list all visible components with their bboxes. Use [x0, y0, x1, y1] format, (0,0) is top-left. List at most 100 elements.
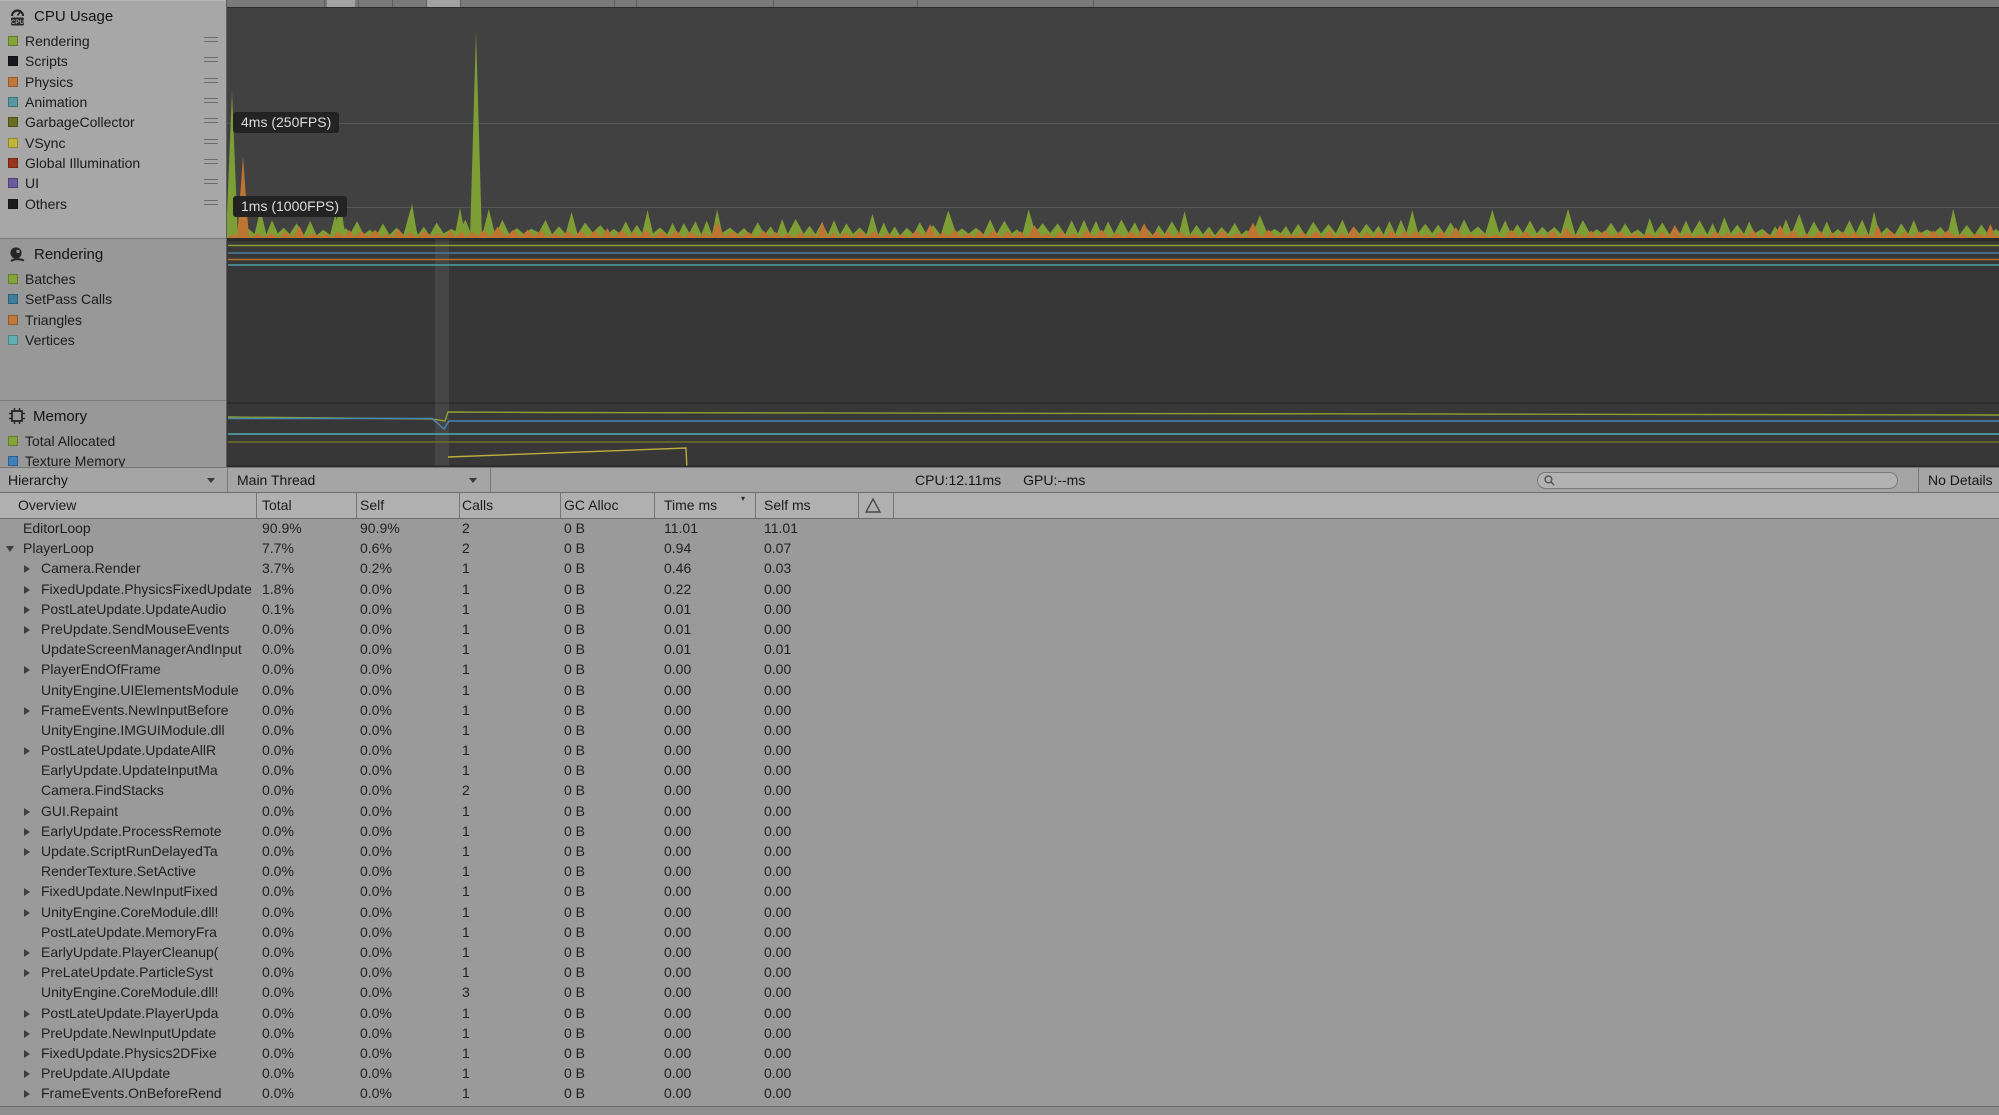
column-separator[interactable] — [459, 493, 460, 518]
table-row[interactable]: PreLateUpdate.ParticleSyst 0.0% 0.0% 1 0 B 0.… — [0, 963, 1999, 983]
table-row[interactable]: PlayerLoop 7.7% 0.6% 2 0 B 0.94 0.07 — [0, 539, 1999, 559]
expand-arrow-icon[interactable] — [24, 625, 30, 634]
search-field[interactable] — [1537, 472, 1898, 489]
memory-module-header[interactable]: Memory — [0, 401, 226, 431]
rendering-legend-item-batches[interactable]: Batches — [0, 269, 226, 289]
drag-handle-icon[interactable] — [204, 98, 218, 105]
cpu-legend-item-scripts[interactable]: Scripts — [0, 51, 226, 71]
expand-arrow-icon[interactable] — [24, 747, 30, 756]
expand-arrow-icon[interactable] — [24, 706, 30, 715]
column-header-overview[interactable]: Overview — [18, 493, 76, 518]
drag-handle-icon[interactable] — [204, 158, 218, 166]
table-row[interactable]: UnityEngine.CoreModule.dll! 0.0% 0.0% 3 0 B 0… — [0, 983, 1999, 1003]
table-row[interactable]: UpdateScreenManagerAndInput 0.0% 0.0% 1 0 B 0… — [0, 640, 1999, 660]
table-row[interactable]: FrameEvents.NewInputBefore 0.0% 0.0% 1 0 B 0.… — [0, 701, 1999, 721]
expand-arrow-icon[interactable] — [24, 807, 30, 816]
table-row[interactable]: EditorLoop 90.9% 90.9% 2 0 B 11.01 11.01 — [0, 519, 1999, 539]
expand-arrow-icon[interactable] — [24, 1029, 30, 1038]
column-separator[interactable] — [356, 493, 357, 518]
table-row[interactable]: PreUpdate.NewInputUpdate 0.0% 0.0% 1 0 B 0.00… — [0, 1024, 1999, 1044]
drag-handle-icon[interactable] — [204, 77, 218, 85]
column-header-self-ms[interactable]: Self ms — [764, 493, 811, 518]
memory-legend-item-texture-memory[interactable]: Texture Memory — [0, 451, 226, 467]
table-row[interactable]: FrameEvents.OnBeforeRend 0.0% 0.0% 1 0 B 0.00… — [0, 1084, 1999, 1104]
warning-column-icon[interactable] — [864, 497, 882, 514]
column-header-self[interactable]: Self — [360, 493, 384, 518]
expand-arrow-icon[interactable] — [24, 969, 30, 978]
table-row[interactable]: GUI.Repaint 0.0% 0.0% 1 0 B 0.00 0.00 — [0, 802, 1999, 822]
expand-arrow-icon[interactable] — [24, 888, 30, 897]
table-row[interactable]: PostLateUpdate.UpdateAudio 0.1% 0.0% 1 0 B 0.… — [0, 600, 1999, 620]
expand-arrow-icon[interactable] — [24, 666, 30, 675]
column-header-total[interactable]: Total — [262, 493, 292, 518]
cpu-legend-item-ui[interactable]: UI — [0, 173, 226, 193]
expand-arrow-icon[interactable] — [24, 827, 30, 836]
table-row[interactable]: Camera.Render 3.7% 0.2% 1 0 B 0.46 0.03 — [0, 559, 1999, 579]
search-input[interactable] — [1556, 474, 1897, 487]
expand-arrow-icon[interactable] — [24, 1009, 30, 1018]
expand-arrow-icon[interactable] — [24, 848, 30, 856]
expand-arrow-icon[interactable] — [24, 585, 30, 594]
table-row[interactable]: FixedUpdate.PhysicsFixedUpdate 1.8% 0.0% 1 0… — [0, 580, 1999, 600]
expand-arrow-icon[interactable] — [24, 1049, 30, 1058]
details-mode-dropdown[interactable]: No Details — [1920, 468, 1999, 492]
column-header-gc-alloc[interactable]: GC Alloc — [564, 493, 618, 518]
rendering-module-header[interactable]: Rendering — [0, 239, 226, 269]
cpu-usage-chart[interactable] — [227, 8, 1999, 239]
rendering-legend-item-setpass-calls[interactable]: SetPass Calls — [0, 289, 226, 309]
expand-arrow-icon[interactable] — [24, 565, 30, 574]
cpu-legend-item-others[interactable]: Others — [0, 193, 226, 213]
table-row[interactable]: PlayerEndOfFrame 0.0% 0.0% 1 0 B 0.00 0.00 — [0, 660, 1999, 680]
column-separator[interactable] — [755, 493, 756, 518]
drag-handle-icon[interactable] — [204, 37, 218, 44]
column-header-calls[interactable]: Calls — [462, 493, 493, 518]
thread-dropdown[interactable]: Main Thread — [229, 468, 498, 492]
table-row[interactable]: UnityEngine.UIElementsModule 0.0% 0.0% 1 0 B… — [0, 681, 1999, 701]
table-row[interactable]: FixedUpdate.Physics2DFixe 0.0% 0.0% 1 0 B 0.0… — [0, 1044, 1999, 1064]
cpu-legend-item-vsync[interactable]: VSync — [0, 132, 226, 152]
table-row[interactable]: PreUpdate.SendMouseEvents 0.0% 0.0% 1 0 B 0.0… — [0, 620, 1999, 640]
collapse-arrow-icon[interactable] — [6, 546, 14, 553]
table-row[interactable]: UnityEngine.IMGUIModule.dll 0.0% 0.0% 1 0 B 0… — [0, 721, 1999, 741]
table-row[interactable]: PreUpdate.AIUpdate 0.0% 0.0% 1 0 B 0.00 0.00 — [0, 1064, 1999, 1084]
expand-arrow-icon[interactable] — [24, 908, 30, 917]
column-separator[interactable] — [560, 493, 561, 518]
column-separator[interactable] — [654, 493, 655, 518]
column-separator[interactable] — [858, 493, 859, 518]
cpu-legend-item-garbagecollector[interactable]: GarbageCollector — [0, 112, 226, 132]
cpu-module-header[interactable]: CPU CPU Usage — [0, 1, 226, 31]
table-row[interactable]: RenderTexture.SetActive 0.0% 0.0% 1 0 B 0.00 0… — [0, 862, 1999, 882]
drag-handle-icon[interactable] — [204, 118, 218, 125]
expand-arrow-icon[interactable] — [24, 605, 30, 614]
table-row[interactable]: PostLateUpdate.PlayerUpda 0.0% 0.0% 1 0 B 0.0… — [0, 1004, 1999, 1024]
table-row[interactable]: FixedUpdate.NewInputFixed 0.0% 0.0% 1 0 B 0.0… — [0, 882, 1999, 902]
cpu-legend-item-rendering[interactable]: Rendering — [0, 31, 226, 51]
table-row[interactable]: EarlyUpdate.ProcessRemote 0.0% 0.0% 1 0 B 0.0… — [0, 822, 1999, 842]
expand-arrow-icon[interactable] — [24, 1070, 30, 1079]
frame-strip[interactable] — [227, 0, 1999, 8]
expand-arrow-icon[interactable] — [24, 948, 30, 957]
table-row[interactable]: Update.ScriptRunDelayedTa 0.0% 0.0% 1 0 B 0.0… — [0, 842, 1999, 862]
drag-handle-icon[interactable] — [204, 57, 218, 64]
cpu-legend-item-physics[interactable]: Physics — [0, 72, 226, 92]
rendering-legend-item-vertices[interactable]: Vertices — [0, 330, 226, 350]
drag-handle-icon[interactable] — [204, 138, 218, 146]
view-mode-dropdown[interactable]: Hierarchy — [0, 468, 235, 492]
table-row[interactable]: PostLateUpdate.MemoryFra 0.0% 0.0% 1 0 B 0.00… — [0, 923, 1999, 943]
column-header-time-ms[interactable]: Time ms — [664, 493, 717, 518]
drag-handle-icon[interactable] — [204, 179, 218, 186]
table-row[interactable]: EarlyUpdate.PlayerCleanup(0.0% 0.0% 1 0 B 0.… — [0, 943, 1999, 963]
table-row[interactable]: PostLateUpdate.UpdateAllR 0.0% 0.0% 1 0 B 0.0… — [0, 741, 1999, 761]
table-row[interactable]: EarlyUpdate.UpdateInputMa 0.0% 0.0% 1 0 B 0.0… — [0, 761, 1999, 781]
rendering-memory-charts[interactable] — [227, 239, 1999, 467]
rendering-legend-item-triangles[interactable]: Triangles — [0, 310, 226, 330]
cpu-legend-item-global-illumination[interactable]: Global Illumination — [0, 153, 226, 173]
drag-handle-icon[interactable] — [204, 199, 218, 207]
profiler-charts-area[interactable]: 4ms (250FPS) 1ms (1000FPS) — [227, 0, 1999, 467]
column-separator[interactable] — [256, 493, 257, 518]
table-row[interactable]: Camera.FindStacks 0.0% 0.0% 2 0 B 0.00 0.00 — [0, 781, 1999, 801]
expand-arrow-icon[interactable] — [24, 1090, 30, 1099]
memory-legend-item-total-allocated[interactable]: Total Allocated — [0, 431, 226, 451]
column-separator[interactable] — [893, 493, 894, 518]
cpu-legend-item-animation[interactable]: Animation — [0, 92, 226, 112]
